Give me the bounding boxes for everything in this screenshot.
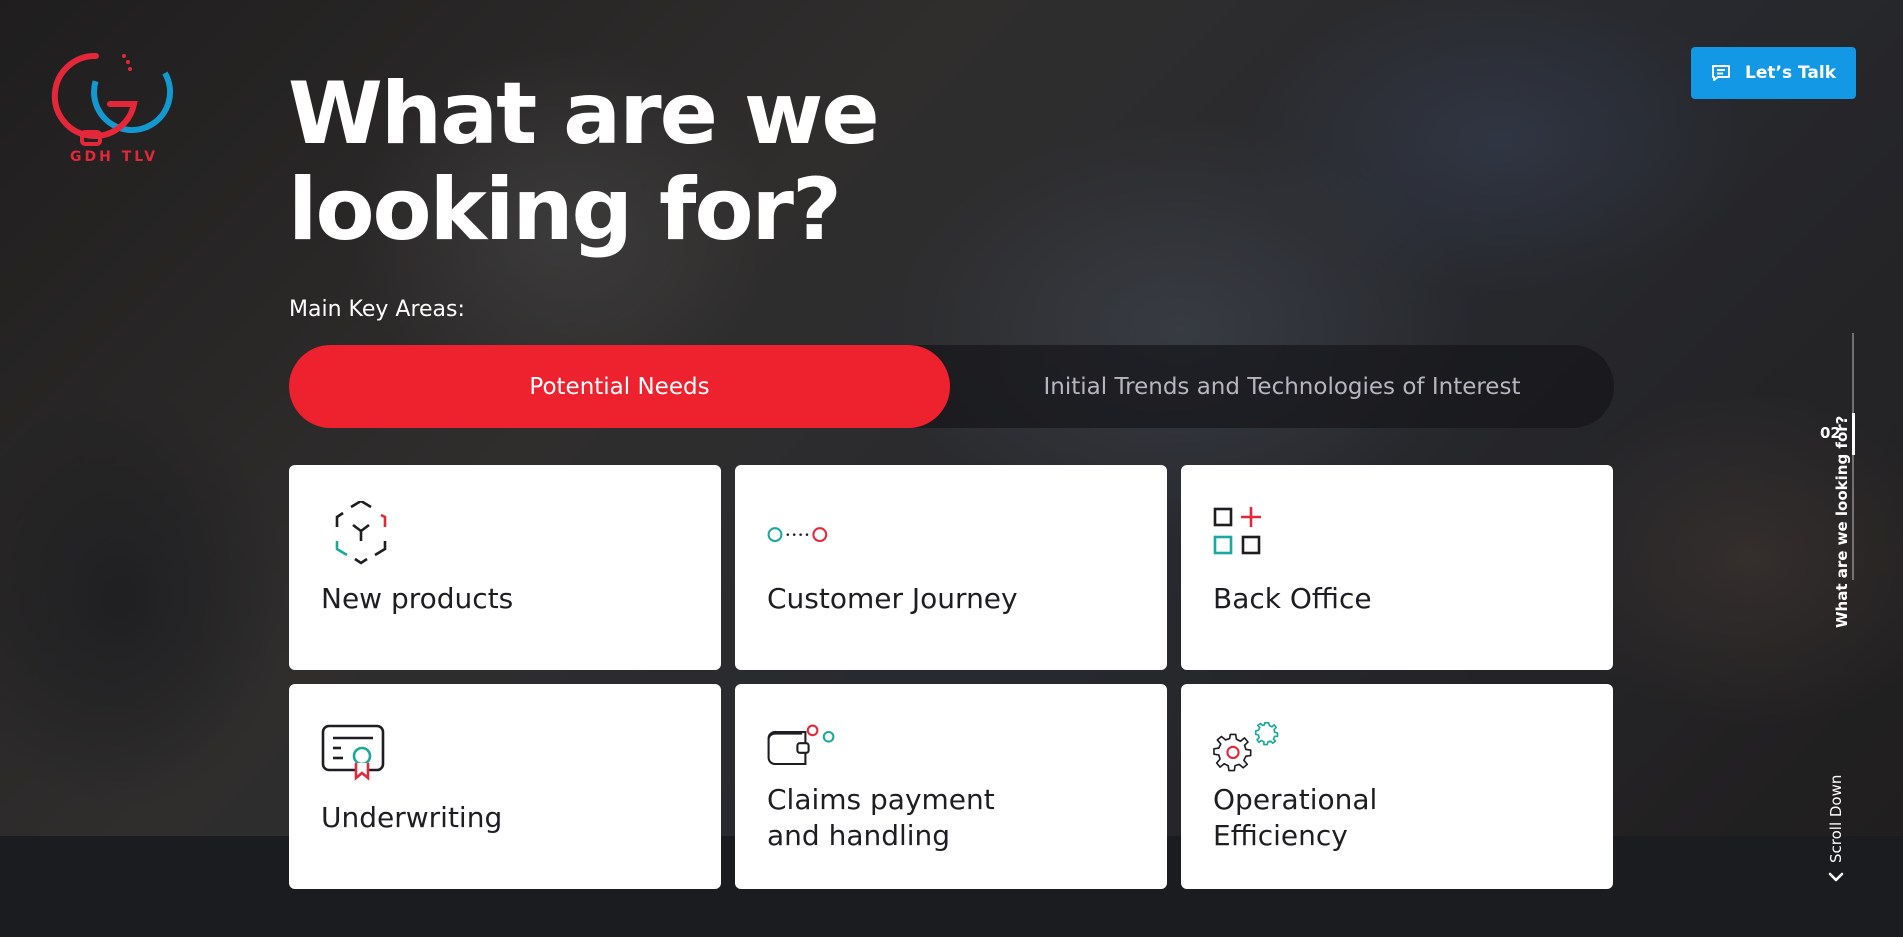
section-subtitle: Main Key Areas: xyxy=(289,297,465,322)
section-nav-label[interactable]: What are we looking for? xyxy=(1833,416,1851,628)
certificate-icon xyxy=(321,724,385,781)
tab-trends-technologies[interactable]: Initial Trends and Technologies of Inter… xyxy=(950,345,1614,428)
card-label-line-1: Operational xyxy=(1213,783,1378,816)
chat-icon xyxy=(1712,65,1730,81)
journey-dots-icon xyxy=(767,527,828,543)
card-customer-journey[interactable]: Customer Journey xyxy=(735,465,1167,670)
title-line-2: looking for? xyxy=(288,160,842,260)
scroll-down-label[interactable]: Scroll Down xyxy=(1827,775,1845,863)
card-label: Customer Journey xyxy=(767,582,1018,615)
card-label-line-1: Claims payment xyxy=(767,783,995,816)
tab-potential-needs[interactable]: Potential Needs xyxy=(289,345,950,428)
page-title: What are we looking for? xyxy=(288,66,988,258)
card-label: Operational Efficiency xyxy=(1213,782,1593,854)
lets-talk-label: Let’s Talk xyxy=(1745,63,1836,83)
card-label-line-2: Efficiency xyxy=(1213,819,1348,852)
logo-text: GDH TLV xyxy=(70,149,159,165)
section-progress-track xyxy=(1852,333,1854,580)
card-label: Back Office xyxy=(1213,582,1372,615)
card-claims-payment[interactable]: Claims payment and handling xyxy=(735,684,1167,889)
card-operational-efficiency[interactable]: Operational Efficiency xyxy=(1181,684,1613,889)
chevron-down-icon[interactable] xyxy=(1827,870,1845,884)
card-back-office[interactable]: Back Office xyxy=(1181,465,1613,670)
title-line-1: What are we xyxy=(288,64,880,164)
card-underwriting[interactable]: Underwriting xyxy=(289,684,721,889)
card-label: Underwriting xyxy=(321,801,503,834)
tab-bar: Potential Needs Initial Trends and Techn… xyxy=(289,345,1614,428)
card-label: Claims payment and handling xyxy=(767,782,1147,854)
gears-icon xyxy=(1213,721,1279,772)
section-progress-indicator xyxy=(1852,413,1855,455)
card-label: New products xyxy=(321,582,514,615)
card-label-line-2: and handling xyxy=(767,819,951,852)
cube-icon xyxy=(335,501,387,565)
card-new-products[interactable]: New products xyxy=(289,465,721,670)
grid-plus-icon xyxy=(1213,507,1261,555)
wallet-icon xyxy=(767,724,835,766)
lets-talk-button[interactable]: Let’s Talk xyxy=(1691,47,1856,99)
